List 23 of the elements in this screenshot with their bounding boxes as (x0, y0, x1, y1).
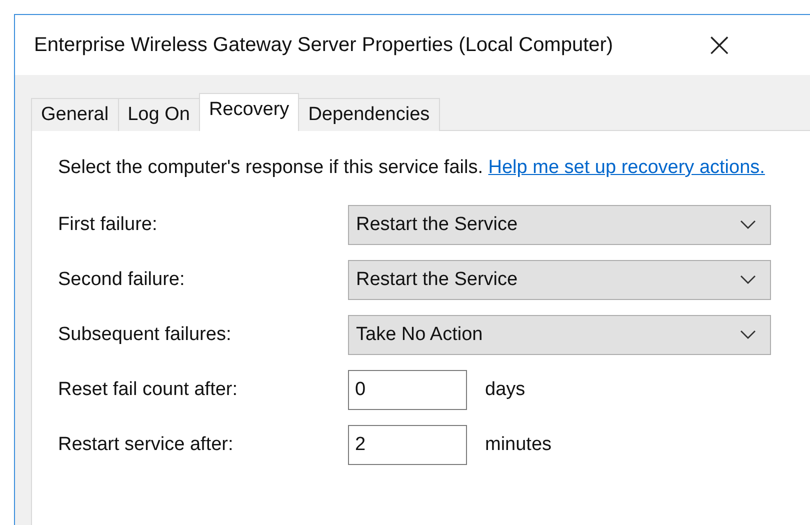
dropdown[interactable]: Restart the Service (348, 260, 771, 300)
dropdown[interactable]: Take No Action (348, 315, 771, 355)
unit-label: minutes (485, 434, 552, 456)
description-text: Select the computer's response if this service fails. Help me set up recovery actions. (58, 156, 766, 180)
field-label: First failure: (58, 214, 158, 236)
field-label: Reset fail count after: (58, 379, 239, 401)
chevron-down-icon (740, 220, 756, 230)
dropdown[interactable]: Restart the Service (348, 205, 771, 245)
tab[interactable]: General (31, 98, 119, 131)
tab[interactable]: Dependencies (298, 98, 440, 131)
field-label: Subsequent failures: (58, 324, 232, 346)
chevron-down-icon (740, 275, 756, 285)
tab[interactable]: Log On (118, 98, 200, 131)
window-title: Enterprise Wireless Gateway Server Properties (Local Computer) (34, 34, 614, 56)
unit-label: days (485, 379, 526, 401)
field-label: Second failure: (58, 269, 186, 291)
chevron-down-icon (740, 330, 756, 340)
input-field[interactable]: 2 (348, 425, 467, 465)
help-link[interactable]: Help me set up recovery actions. (488, 157, 765, 178)
close-button[interactable]: × (699, 25, 740, 65)
tab[interactable]: Recovery (198, 93, 300, 131)
field-label: Restart service after: (58, 434, 234, 456)
input-field[interactable]: 0 (348, 370, 467, 410)
